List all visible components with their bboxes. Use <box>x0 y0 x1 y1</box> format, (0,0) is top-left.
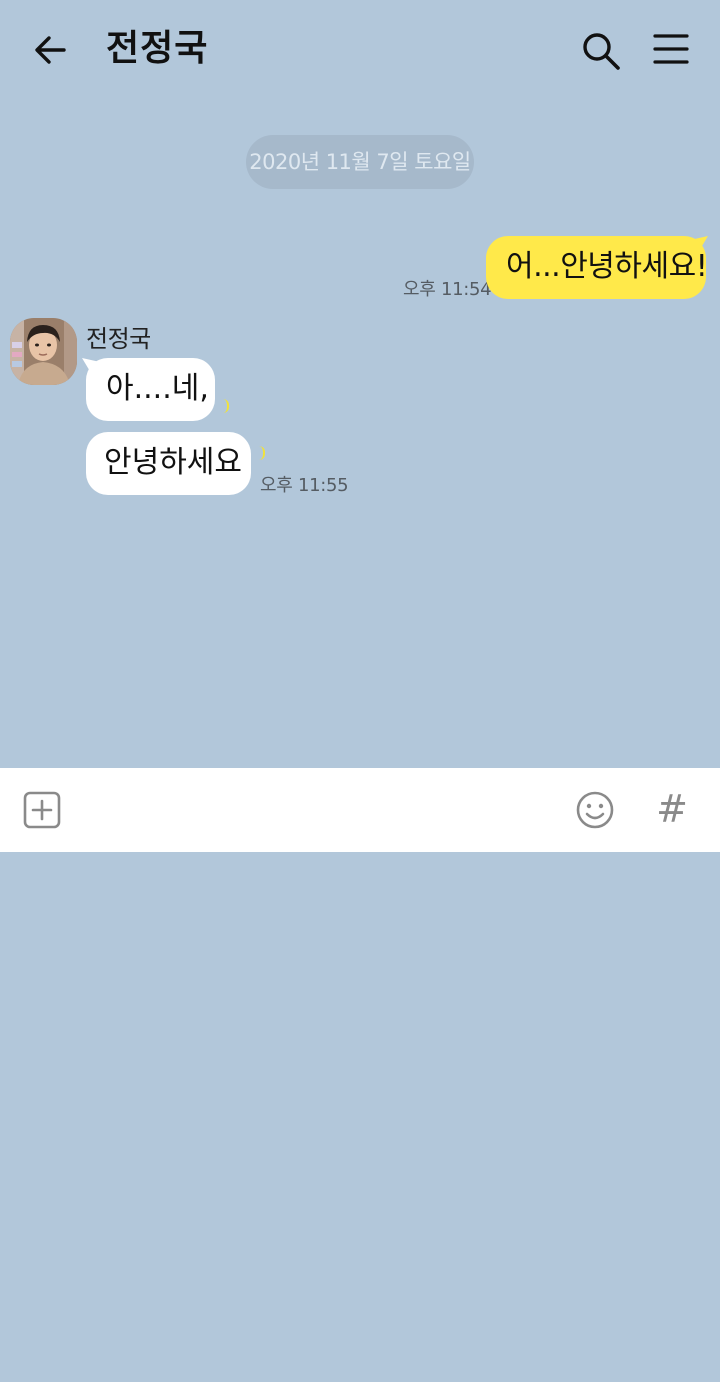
their-message-bubble[interactable]: 아....네, <box>86 358 215 421</box>
avatar[interactable] <box>10 318 77 385</box>
sender-name: 전정국 <box>86 325 151 353</box>
message-time: 오후 11:54 <box>403 279 492 300</box>
emoji-button[interactable] <box>575 790 615 830</box>
arrow-left-icon <box>35 36 66 64</box>
back-button[interactable] <box>28 28 72 72</box>
search-button[interactable] <box>578 28 624 74</box>
plus-square-icon <box>23 791 61 829</box>
profile-photo <box>10 318 77 385</box>
attach-button[interactable] <box>22 790 62 830</box>
smiley-icon <box>576 791 614 829</box>
message-input[interactable] <box>82 786 556 836</box>
my-message-bubble[interactable]: 어...안녕하세요! <box>486 236 708 299</box>
hashtag-button[interactable]: # <box>652 785 692 833</box>
search-icon <box>583 33 620 70</box>
message-time: 오후 11:55 <box>260 475 349 496</box>
read-indicator <box>259 446 265 460</box>
date-divider: 2020년 11월 7일 토요일 <box>246 135 474 189</box>
read-indicator <box>223 399 229 413</box>
chat-title: 전정국 <box>106 28 209 69</box>
menu-button[interactable] <box>650 30 692 70</box>
chat-header: 전정국 <box>0 0 720 100</box>
hamburger-menu-icon <box>653 34 689 64</box>
message-composer: # <box>0 768 720 852</box>
their-message-bubble[interactable]: 안녕하세요 <box>86 432 251 495</box>
